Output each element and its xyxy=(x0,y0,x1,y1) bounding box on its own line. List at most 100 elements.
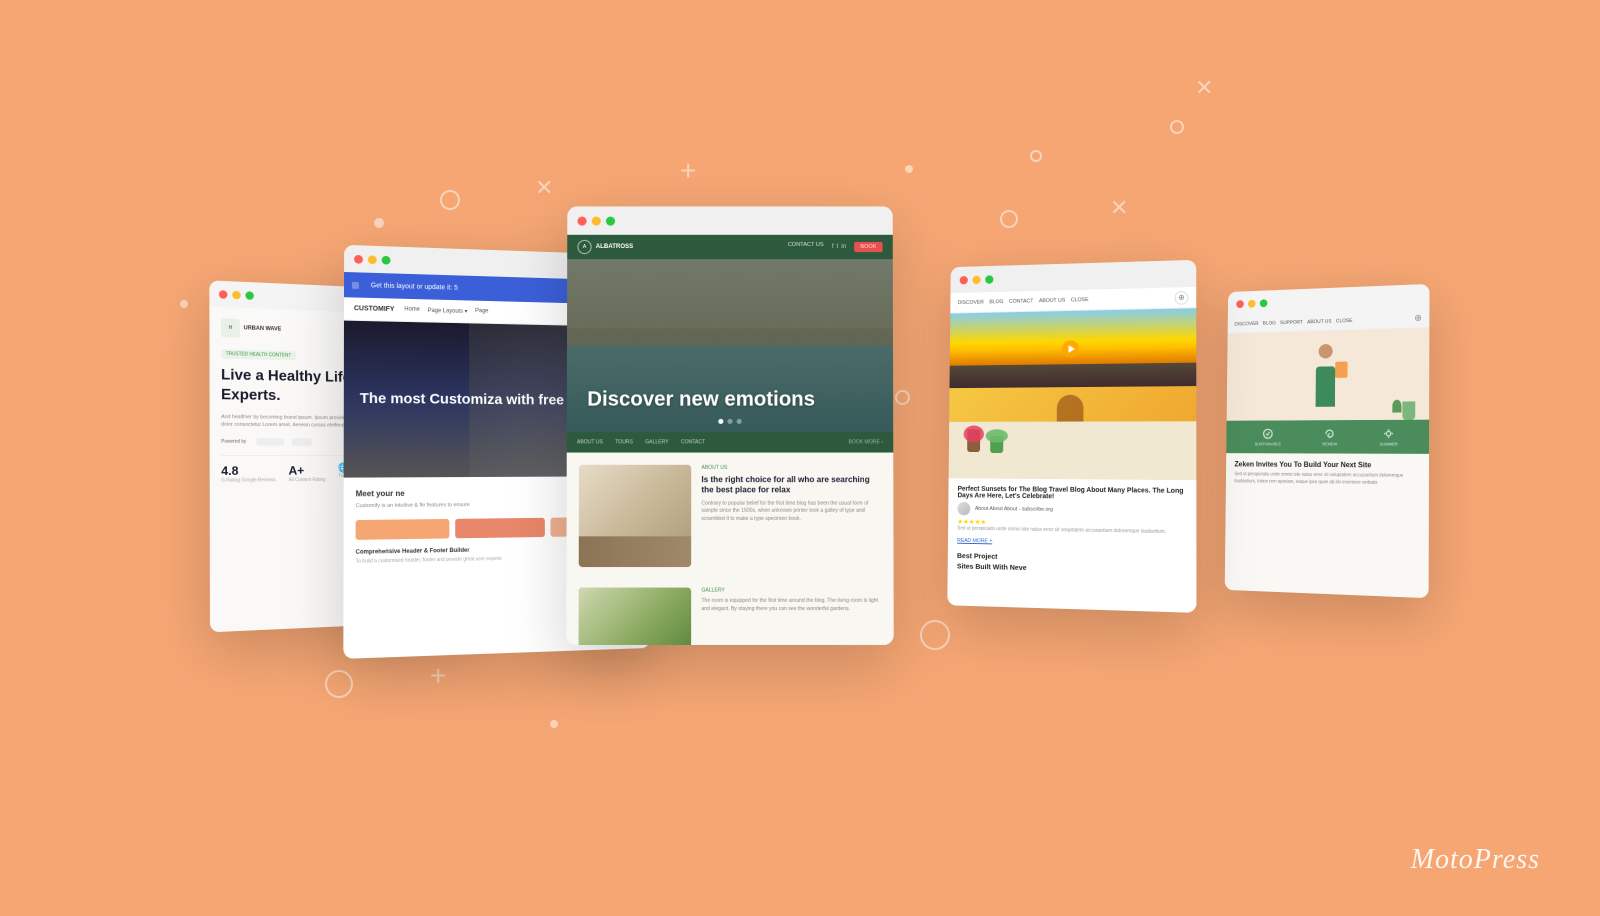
albatross-text-col: ABOUT US Is the right choice for all who… xyxy=(701,465,881,567)
zeken-nav-discover: DISCOVER xyxy=(1234,321,1258,327)
deco-dot-5 xyxy=(905,165,913,173)
dot-yellow-zeken xyxy=(1248,299,1256,307)
albatross-hero-title: Discover new emotions xyxy=(587,387,815,411)
blog-window: DISCOVER BLOG CONTACT ABOUT US CLOSE ⊕ xyxy=(947,260,1196,613)
albatross-book-cta[interactable]: BOOK xyxy=(854,242,882,252)
zeken-human-figure xyxy=(1308,344,1344,407)
deco-circle-3 xyxy=(1030,150,1042,162)
blog-content: DISCOVER BLOG CONTACT ABOUT US CLOSE ⊕ xyxy=(947,287,1196,613)
blog-nav-about: ABOUT US xyxy=(1039,297,1065,303)
plant-leaves xyxy=(986,429,1008,442)
deco-dot-1 xyxy=(374,218,384,228)
blog-read-more[interactable]: READ MORE + xyxy=(957,538,1186,548)
albatross-gallery-col: GALLERY The room is equipped for the fir… xyxy=(701,588,881,645)
blog-second-image xyxy=(949,421,1197,480)
dot-red-albatross xyxy=(577,216,586,225)
albatross-logo-bird: A xyxy=(583,244,586,250)
stat-rating: 4.8 G.Rating Google.Reviews xyxy=(221,464,275,484)
subnav-gallery: GALLERY xyxy=(645,439,668,445)
wp-icon xyxy=(352,281,359,288)
dot-green-customify xyxy=(382,255,391,264)
dot-green-blog xyxy=(985,275,993,284)
albatross-gallery-text: The room is equipped for the first time … xyxy=(701,598,881,613)
color-box-2 xyxy=(455,518,545,539)
sustainable-icon xyxy=(1262,428,1274,440)
summer-label: SUMMER xyxy=(1380,442,1398,447)
albatross-hero-content: Discover new emotions xyxy=(587,387,815,411)
albatross-logo-text: ALBATROSS xyxy=(596,244,634,250)
color-box-1 xyxy=(356,519,449,540)
plant-pot xyxy=(1402,401,1415,419)
dot-red-customify xyxy=(354,254,363,263)
albatross-nav-contact: CONTACT US xyxy=(788,242,824,252)
hero-dot-1 xyxy=(718,419,723,424)
flowers-bg xyxy=(949,421,1197,480)
albatross-social: f t in xyxy=(832,242,846,252)
zeken-illustration xyxy=(1227,328,1430,421)
blog-nav-discover: DISCOVER xyxy=(958,299,984,305)
dot-red-blog xyxy=(960,276,968,285)
partner-logo-1 xyxy=(257,438,285,446)
dot-green-zeken xyxy=(1260,299,1268,307)
deco-circle-1 xyxy=(440,190,460,210)
blog-nav-close: CLOSE xyxy=(1071,297,1089,303)
renew-label: RENEW xyxy=(1322,442,1337,447)
albatross-section-text: Is the right choice for all who are sear… xyxy=(701,475,881,496)
play-icon xyxy=(1068,345,1075,353)
zeken-nav-close: CLOSE xyxy=(1336,318,1353,324)
subnav-about: ABOUT US xyxy=(577,439,603,445)
stat-grade-label: All Content Rating xyxy=(289,477,326,483)
hero-dots xyxy=(718,419,741,424)
powered-by-text: Powered by xyxy=(221,439,246,445)
flower-silhouette xyxy=(1057,395,1084,422)
customify-logo: CUSTOMIFY xyxy=(354,305,395,313)
zeken-nav-support: SUPPORT xyxy=(1280,319,1303,325)
deco-x-1: ✕ xyxy=(535,175,553,201)
zeken-sustainable: SUSTAINABLE xyxy=(1255,428,1281,447)
blog-search-icon[interactable]: ⊕ xyxy=(1175,290,1189,304)
health-badge: TRUSTED HEALTH CONTENT xyxy=(221,349,296,360)
blog-main-title: Perfect Sunsets for The Blog Travel Blog… xyxy=(958,486,1187,502)
plant-bg xyxy=(578,588,691,645)
zeken-summer: SUMMER xyxy=(1380,427,1398,446)
dot-yellow-customify xyxy=(368,255,377,264)
zeken-nav-blog: BLOG xyxy=(1263,320,1276,326)
stat-rating-number: 4.8 xyxy=(221,464,275,478)
nav-layouts: Page Layouts ▾ xyxy=(428,307,468,315)
zeken-search[interactable]: ⊕ xyxy=(1414,313,1422,323)
deco-circle-7 xyxy=(1170,120,1184,134)
albatross-content-desc: Contrary to popular belief for the first… xyxy=(701,500,881,523)
hero-dot-3 xyxy=(737,419,742,424)
albatross-plant-img xyxy=(578,588,691,645)
zeken-description: Sed ut perspiciatis unde omnis iste natu… xyxy=(1234,472,1419,487)
zeken-renew: RENEW xyxy=(1322,427,1337,446)
blog-yellow-section xyxy=(949,386,1196,422)
blog-nav-items: DISCOVER BLOG CONTACT ABOUT US CLOSE xyxy=(958,297,1089,306)
hero-dot-2 xyxy=(727,419,732,424)
albatross-logo-area: A ALBATROSS xyxy=(577,240,633,254)
blog-nav-blog: BLOG xyxy=(989,299,1003,305)
stat-grade: A+ All Content Rating xyxy=(289,463,326,483)
blog-body: Perfect Sunsets for The Blog Travel Blog… xyxy=(947,478,1196,613)
albatross-gallery-label: GALLERY xyxy=(701,588,881,594)
dot-red-health xyxy=(219,290,228,299)
zeken-nav-about: ABOUT US xyxy=(1307,319,1331,325)
dot-green-health xyxy=(245,291,253,300)
dot-red-zeken xyxy=(1236,300,1244,308)
albatross-window: A ALBATROSS CONTACT US f t in BOOK xyxy=(566,206,893,645)
deco-x-3: ✕ xyxy=(1195,75,1213,101)
health-logo-text: H xyxy=(229,325,232,331)
zeken-window: DISCOVER BLOG SUPPORT ABOUT US CLOSE ⊕ xyxy=(1225,284,1430,598)
albatross-hero: Discover new emotions xyxy=(567,259,893,432)
dot-yellow-health xyxy=(232,290,241,299)
albatross-nav-links: CONTACT US f t in BOOK xyxy=(788,242,883,252)
room-floor xyxy=(579,536,691,567)
customify-nav-items: Home Page Layouts ▾ Page xyxy=(404,307,488,316)
blog-featured-image xyxy=(950,308,1197,388)
social-ig: in xyxy=(841,244,846,250)
zeken-nav-items: DISCOVER BLOG SUPPORT ABOUT US CLOSE xyxy=(1234,318,1352,327)
blog-author-avatar xyxy=(957,502,970,515)
nav-page: Page xyxy=(475,308,488,315)
nav-home: Home xyxy=(404,307,420,314)
blog-author-row: About About About - subscribe.org xyxy=(957,502,1186,519)
